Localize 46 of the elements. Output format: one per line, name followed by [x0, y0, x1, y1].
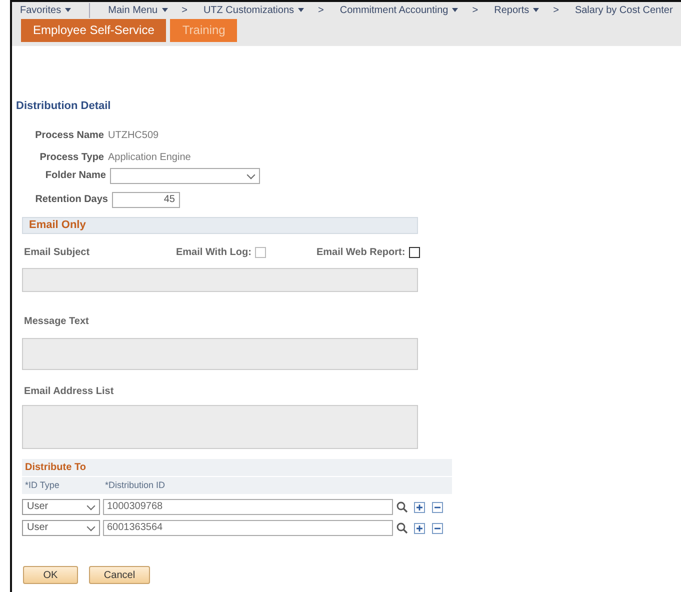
breadcrumb-separator: > [182, 4, 188, 18]
column-header: *Distribution ID [105, 478, 166, 492]
distribution-id-field[interactable]: 6001363564 [103, 520, 393, 536]
caret-icon [533, 8, 540, 12]
tab[interactable]: Employee Self-Service [21, 19, 166, 42]
id-type-dropdown[interactable]: User [22, 520, 100, 536]
search-icon[interactable] [396, 501, 408, 513]
page-title: Distribution Detail [16, 99, 112, 114]
field-label: Email With Log: [176, 246, 252, 260]
breadcrumb-separator: > [318, 4, 324, 18]
search-icon[interactable] [396, 522, 408, 534]
breadcrumb-separator: > [472, 4, 478, 18]
field-label: Email Web Report: [316, 246, 406, 260]
field-value: UTZHC509 [108, 129, 159, 143]
breadcrumb-separator: > [553, 4, 559, 18]
checkbox[interactable] [409, 247, 420, 258]
breadcrumb-link[interactable]: UTZ Customizations [195, 3, 312, 18]
caret-icon [452, 8, 458, 12]
caret-icon [298, 8, 304, 12]
breadcrumb-link[interactable]: Salary by Cost Center [566, 3, 681, 18]
breadcrumb-link[interactable]: Reports [486, 3, 548, 18]
delete-row-icon[interactable] [432, 522, 443, 534]
action-button[interactable]: OK [23, 566, 78, 584]
breadcrumb-link[interactable]: Favorites [12, 3, 90, 18]
field-label: Retention Days [34, 193, 109, 207]
retention-days-field[interactable]: 45 [112, 192, 180, 208]
id-type-dropdown[interactable]: User [22, 499, 100, 515]
field-label: Email Address List [24, 384, 115, 398]
field-label: Folder Name [44, 169, 107, 183]
breadcrumb-link[interactable]: Main Menu [100, 3, 176, 18]
field-label: Process Name [34, 129, 105, 143]
section-header: Email Only [22, 216, 418, 234]
add-row-icon[interactable] [414, 522, 425, 534]
column-header: *ID Type [25, 478, 60, 492]
grid-title: Distribute To [22, 458, 452, 476]
caret-icon [65, 8, 72, 12]
field-value: Application Engine [108, 151, 191, 165]
breadcrumb-link[interactable]: Commitment Accounting [332, 3, 466, 18]
caret-icon [162, 8, 168, 12]
delete-row-icon[interactable] [432, 502, 443, 512]
distribution-id-field[interactable]: 1000309768 [103, 499, 393, 515]
add-row-icon[interactable] [414, 502, 425, 512]
field-label: Email Subject [24, 246, 91, 260]
field-label: Message Text [24, 314, 90, 328]
field-label: Process Type [38, 151, 105, 165]
action-button[interactable]: Cancel [89, 566, 150, 584]
